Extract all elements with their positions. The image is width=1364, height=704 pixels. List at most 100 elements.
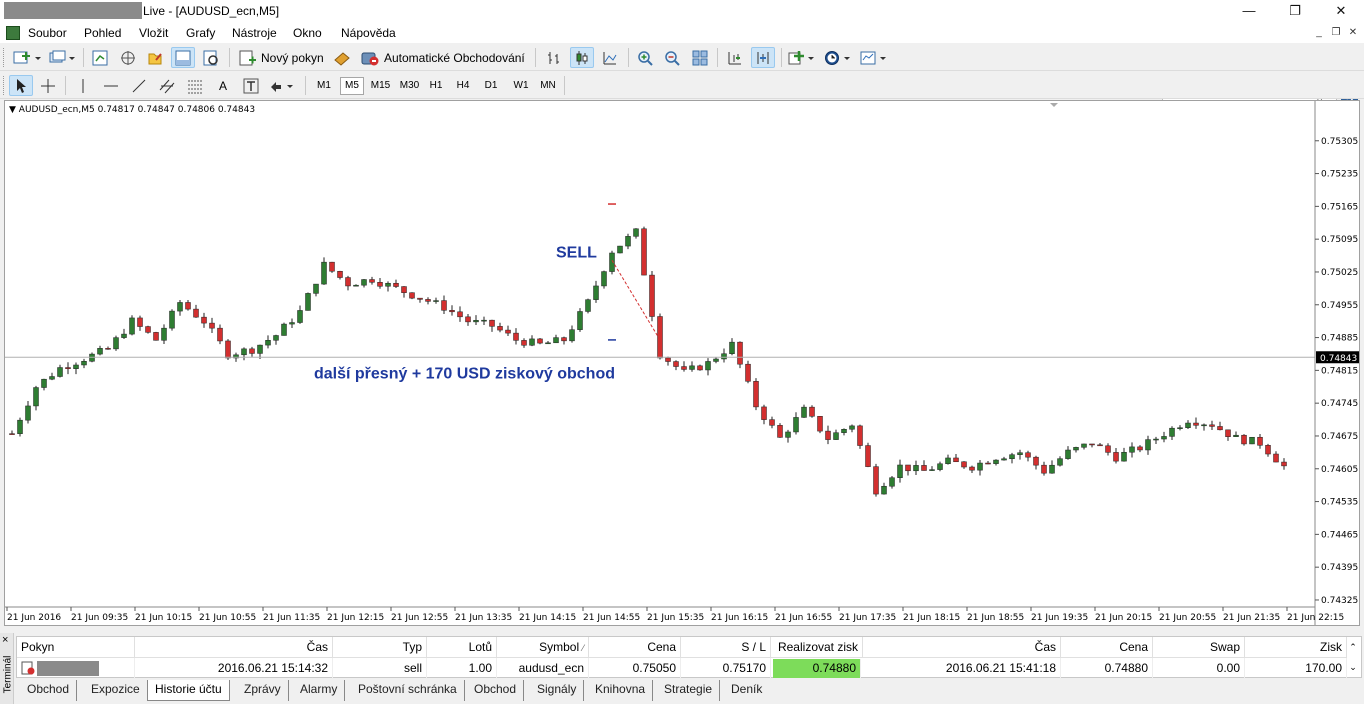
new-order-button[interactable]: Nový pokyn: [235, 47, 327, 68]
menu-vlozit[interactable]: Vložit: [139, 26, 168, 40]
chart-menu-icon[interactable]: ▼: [9, 105, 16, 115]
equidistant-channel-icon[interactable]: [155, 75, 179, 96]
periods-icon[interactable]: [822, 47, 854, 68]
column-header-swap[interactable]: Swap: [1153, 637, 1245, 658]
toolbar-grip[interactable]: [3, 48, 6, 67]
indicators-icon[interactable]: [786, 47, 818, 68]
timeframe-m1[interactable]: M1: [312, 77, 336, 95]
x-tick-label: 21 Jun 18:55: [967, 613, 1024, 623]
trendline-icon[interactable]: [127, 75, 151, 96]
profit-cell: 170.00: [1245, 658, 1347, 679]
horizontal-line-icon[interactable]: [99, 75, 123, 96]
column-header-close-time[interactable]: Čas: [863, 637, 1061, 658]
menu-soubor[interactable]: Soubor: [28, 26, 67, 40]
cursor-icon[interactable]: [9, 75, 33, 96]
vertical-line-icon[interactable]: [71, 75, 95, 96]
tab-alarmy[interactable]: Alarmy: [293, 680, 346, 701]
candle-body: [345, 277, 351, 287]
menu-napoveda[interactable]: Nápověda: [341, 26, 396, 40]
column-header-type[interactable]: Typ: [333, 637, 427, 658]
timeframe-m15[interactable]: M15: [367, 77, 394, 95]
candle-body: [593, 285, 599, 300]
zoom-out-icon[interactable]: [660, 47, 684, 68]
mdi-restore-button[interactable]: ❐: [1328, 26, 1344, 40]
terminal-close-button[interactable]: ×: [2, 634, 8, 646]
tab-expozice[interactable]: Expozice: [84, 680, 148, 701]
column-header-sl[interactable]: S / L: [681, 637, 771, 658]
toolbar-separator: [535, 48, 536, 67]
autotrading-button[interactable]: Automatické Obchodování: [357, 47, 530, 68]
candlestick-chart-icon[interactable]: [570, 47, 594, 68]
toolbar-separator: [564, 76, 565, 95]
crosshair-icon[interactable]: [36, 75, 60, 96]
new-order-label: Nový pokyn: [261, 50, 324, 65]
tab-strategie[interactable]: Strategie: [657, 680, 721, 701]
app-icon[interactable]: [6, 26, 20, 40]
table-scrollbar[interactable]: ⌃ ⌄: [1347, 637, 1359, 677]
column-header-order[interactable]: Pokyn: [17, 637, 135, 658]
column-header-profit[interactable]: Zisk: [1245, 637, 1347, 658]
candle-body: [225, 340, 231, 359]
market-watch-icon[interactable]: [88, 47, 112, 68]
one-click-trading-icon[interactable]: [331, 47, 353, 68]
tile-windows-icon[interactable]: [688, 47, 712, 68]
column-header-time[interactable]: Čas: [135, 637, 333, 658]
text-icon[interactable]: A: [211, 75, 235, 96]
timeframe-h1[interactable]: H1: [425, 77, 447, 95]
candle-body: [441, 300, 447, 311]
fibonacci-icon[interactable]: [183, 75, 207, 96]
menu-okno[interactable]: Okno: [293, 26, 322, 40]
close-button[interactable]: ✕: [1318, 0, 1364, 23]
tab-postovni-schranka[interactable]: Poštovní schránka: [351, 680, 465, 701]
column-header-tp[interactable]: Realizovat zisk: [771, 637, 863, 658]
column-header-close-price[interactable]: Cena: [1061, 637, 1153, 658]
price-chart[interactable]: 0.74843 SELL další přesný + 170 USD ziskov…: [5, 101, 1360, 626]
strategy-tester-icon[interactable]: [199, 47, 223, 68]
templates-icon[interactable]: [858, 47, 890, 68]
timeframe-m5[interactable]: M5: [340, 77, 364, 95]
tab-historie-uctu[interactable]: Historie účtu: [147, 680, 230, 701]
timeframe-w1[interactable]: W1: [509, 77, 533, 95]
scroll-up-icon[interactable]: ⌃: [1347, 637, 1359, 657]
zoom-in-icon[interactable]: [633, 47, 657, 68]
mdi-close-button[interactable]: ✕: [1345, 26, 1361, 40]
bar-chart-icon[interactable]: [542, 47, 566, 68]
tab-denik[interactable]: Deník: [724, 680, 769, 701]
restore-button[interactable]: ❐: [1272, 0, 1318, 23]
chart-shift-icon[interactable]: [751, 47, 775, 68]
column-header-lots[interactable]: Lotů: [427, 637, 497, 658]
line-chart-icon[interactable]: [598, 47, 622, 68]
tab-obchod[interactable]: Obchod: [20, 680, 78, 701]
menu-pohled[interactable]: Pohled: [84, 26, 121, 40]
candle-body: [465, 316, 471, 323]
mdi-minimize-button[interactable]: _: [1311, 26, 1327, 40]
tab-zpravy[interactable]: Zprávy: [237, 680, 289, 701]
timeframe-d1[interactable]: D1: [480, 77, 502, 95]
profiles-icon[interactable]: [47, 47, 79, 68]
scroll-down-icon[interactable]: ⌄: [1347, 657, 1359, 677]
minimize-button[interactable]: —: [1226, 0, 1272, 23]
data-window-icon[interactable]: [116, 47, 140, 68]
timeframe-h4[interactable]: H4: [452, 77, 474, 95]
text-label-icon[interactable]: [239, 75, 263, 96]
window-title: Live - [AUDUSD_ecn,M5]: [143, 4, 280, 18]
terminal-toggle-icon[interactable]: [171, 47, 195, 68]
candle-body: [209, 322, 215, 329]
y-tick-label: 0.75165: [1321, 202, 1358, 212]
chart-window[interactable]: 0.74843 SELL další přesný + 170 USD ziskov…: [4, 100, 1360, 626]
column-header-price[interactable]: Cena: [589, 637, 681, 658]
arrows-icon[interactable]: [267, 75, 297, 96]
menu-nastroje[interactable]: Nástroje: [232, 26, 277, 40]
new-chart-icon[interactable]: [9, 47, 47, 68]
menu-grafy[interactable]: Grafy: [186, 26, 215, 40]
timeframe-m30[interactable]: M30: [396, 77, 423, 95]
tab-knihovna[interactable]: Knihovna: [588, 680, 654, 701]
tab-obchod-market[interactable]: Obchod: [467, 680, 525, 701]
tab-signaly[interactable]: Signály: [530, 680, 585, 701]
navigator-icon[interactable]: [143, 47, 167, 68]
autoscroll-icon[interactable]: [723, 47, 747, 68]
toolbar-grip[interactable]: [3, 76, 6, 95]
symbol-header-label: Symbol: [539, 640, 580, 654]
column-header-symbol[interactable]: Symbol ⁄: [497, 637, 589, 658]
timeframe-mn[interactable]: MN: [536, 77, 560, 95]
